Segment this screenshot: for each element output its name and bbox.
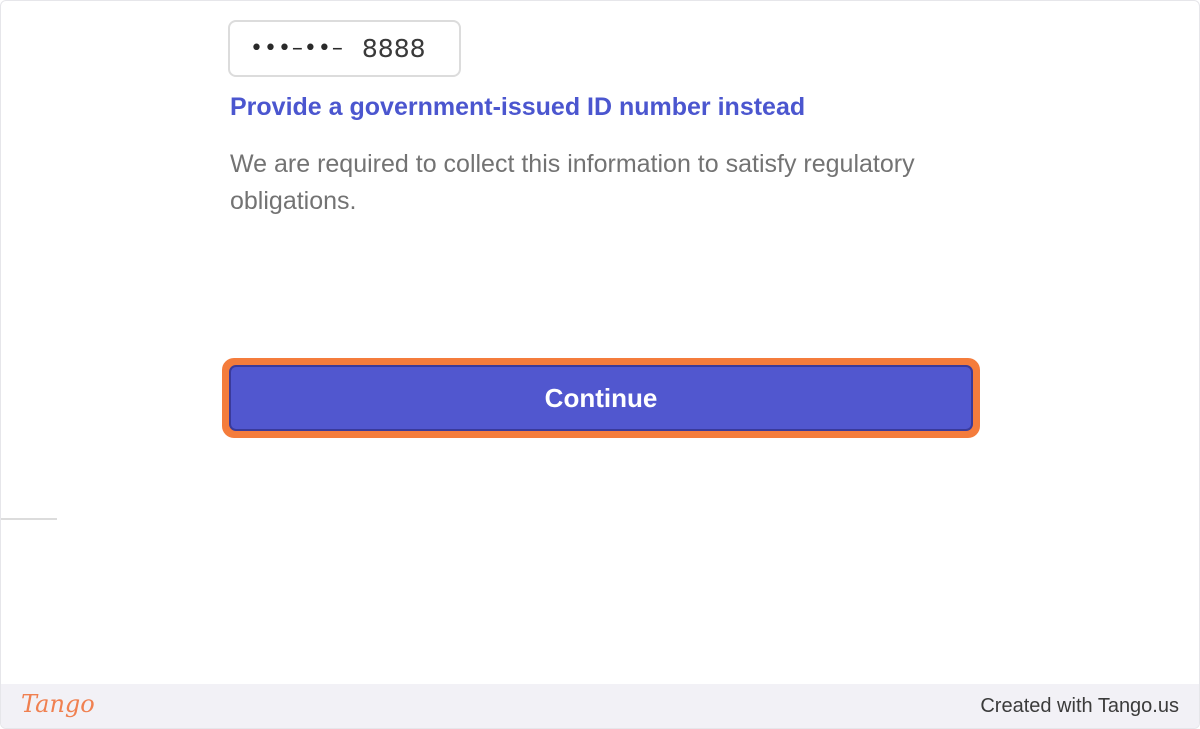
continue-highlight: Continue (222, 358, 980, 438)
government-id-link[interactable]: Provide a government-issued ID number in… (230, 93, 805, 122)
ssn-mask: •••–••– (250, 36, 344, 61)
ssn-field[interactable]: •••–••– 8888 (228, 20, 461, 77)
credit-text: Created with Tango.us (980, 695, 1179, 717)
page-frame: •••–••– 8888 Provide a government-issued… (0, 0, 1200, 729)
tango-logo: Tango (21, 690, 95, 718)
footer-bar: Tango Created with Tango.us (1, 684, 1199, 728)
ssn-last4: 8888 (361, 34, 426, 63)
divider-line (1, 518, 57, 520)
regulatory-note: We are required to collect this informat… (230, 150, 915, 215)
continue-button[interactable]: Continue (229, 365, 973, 431)
